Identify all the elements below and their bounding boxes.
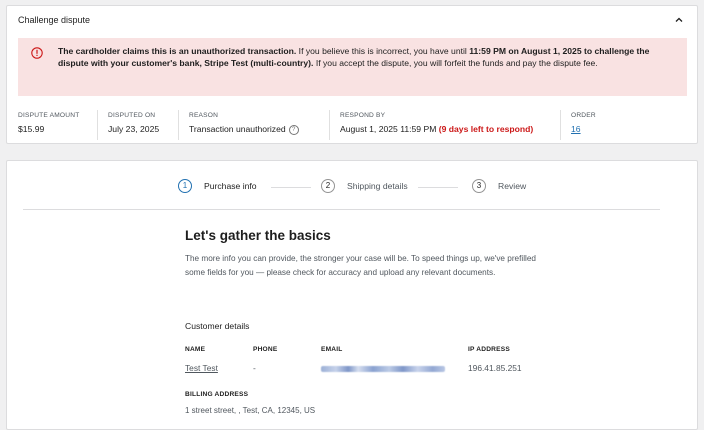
order: Order 16 — [560, 110, 596, 140]
chevron-up-icon[interactable] — [674, 15, 684, 25]
notice-text: The cardholder claims this is an unautho… — [58, 46, 650, 68]
card-header[interactable]: Challenge dispute — [7, 6, 697, 36]
billing-address-value: 1 street street, , Test, CA, 12345, US — [185, 406, 316, 415]
order-link[interactable]: 16 — [571, 124, 581, 134]
alert-icon — [31, 47, 43, 59]
card-title: Challenge dispute — [18, 15, 91, 25]
ip-address-label: IP address — [468, 346, 510, 353]
step-connector — [418, 187, 458, 188]
respond-by: Respond by August 1, 2025 11:59 PM (9 da… — [329, 110, 533, 140]
ip-address-value: 196.41.85.251 — [468, 363, 522, 373]
dispute-reason: Reason Transaction unauthorized? — [178, 110, 299, 140]
email-label: Email — [321, 346, 343, 353]
dispute-notice: The cardholder claims this is an unautho… — [18, 38, 687, 96]
billing-address-label: Billing address — [185, 391, 249, 398]
stepper: 1 Purchase info 2 Shipping details 3 Rev… — [7, 178, 697, 198]
challenge-dispute-card: Challenge dispute The cardholder claims … — [6, 5, 698, 144]
evidence-form-card: 1 Purchase info 2 Shipping details 3 Rev… — [6, 160, 698, 430]
phone-value: - — [253, 363, 256, 373]
section-intro: The more info you can provide, the stron… — [185, 254, 536, 277]
phone-label: Phone — [253, 346, 278, 353]
divider — [23, 209, 660, 210]
step-connector — [271, 187, 311, 188]
help-icon[interactable]: ? — [288, 125, 299, 135]
disputed-on: Disputed on July 23, 2025 — [97, 110, 159, 140]
dispute-summary: Dispute amount $15.99 Disputed on July 2… — [7, 110, 697, 140]
dispute-amount: Dispute amount $15.99 — [18, 112, 80, 134]
customer-name-link[interactable]: Test Test — [185, 363, 218, 373]
email-value-redacted — [321, 366, 445, 372]
days-left-badge: (9 days left to respond) — [438, 124, 534, 134]
section-heading: Let's gather the basics — [185, 228, 331, 243]
name-label: Name — [185, 346, 206, 353]
customer-details-title: Customer details — [185, 321, 250, 331]
